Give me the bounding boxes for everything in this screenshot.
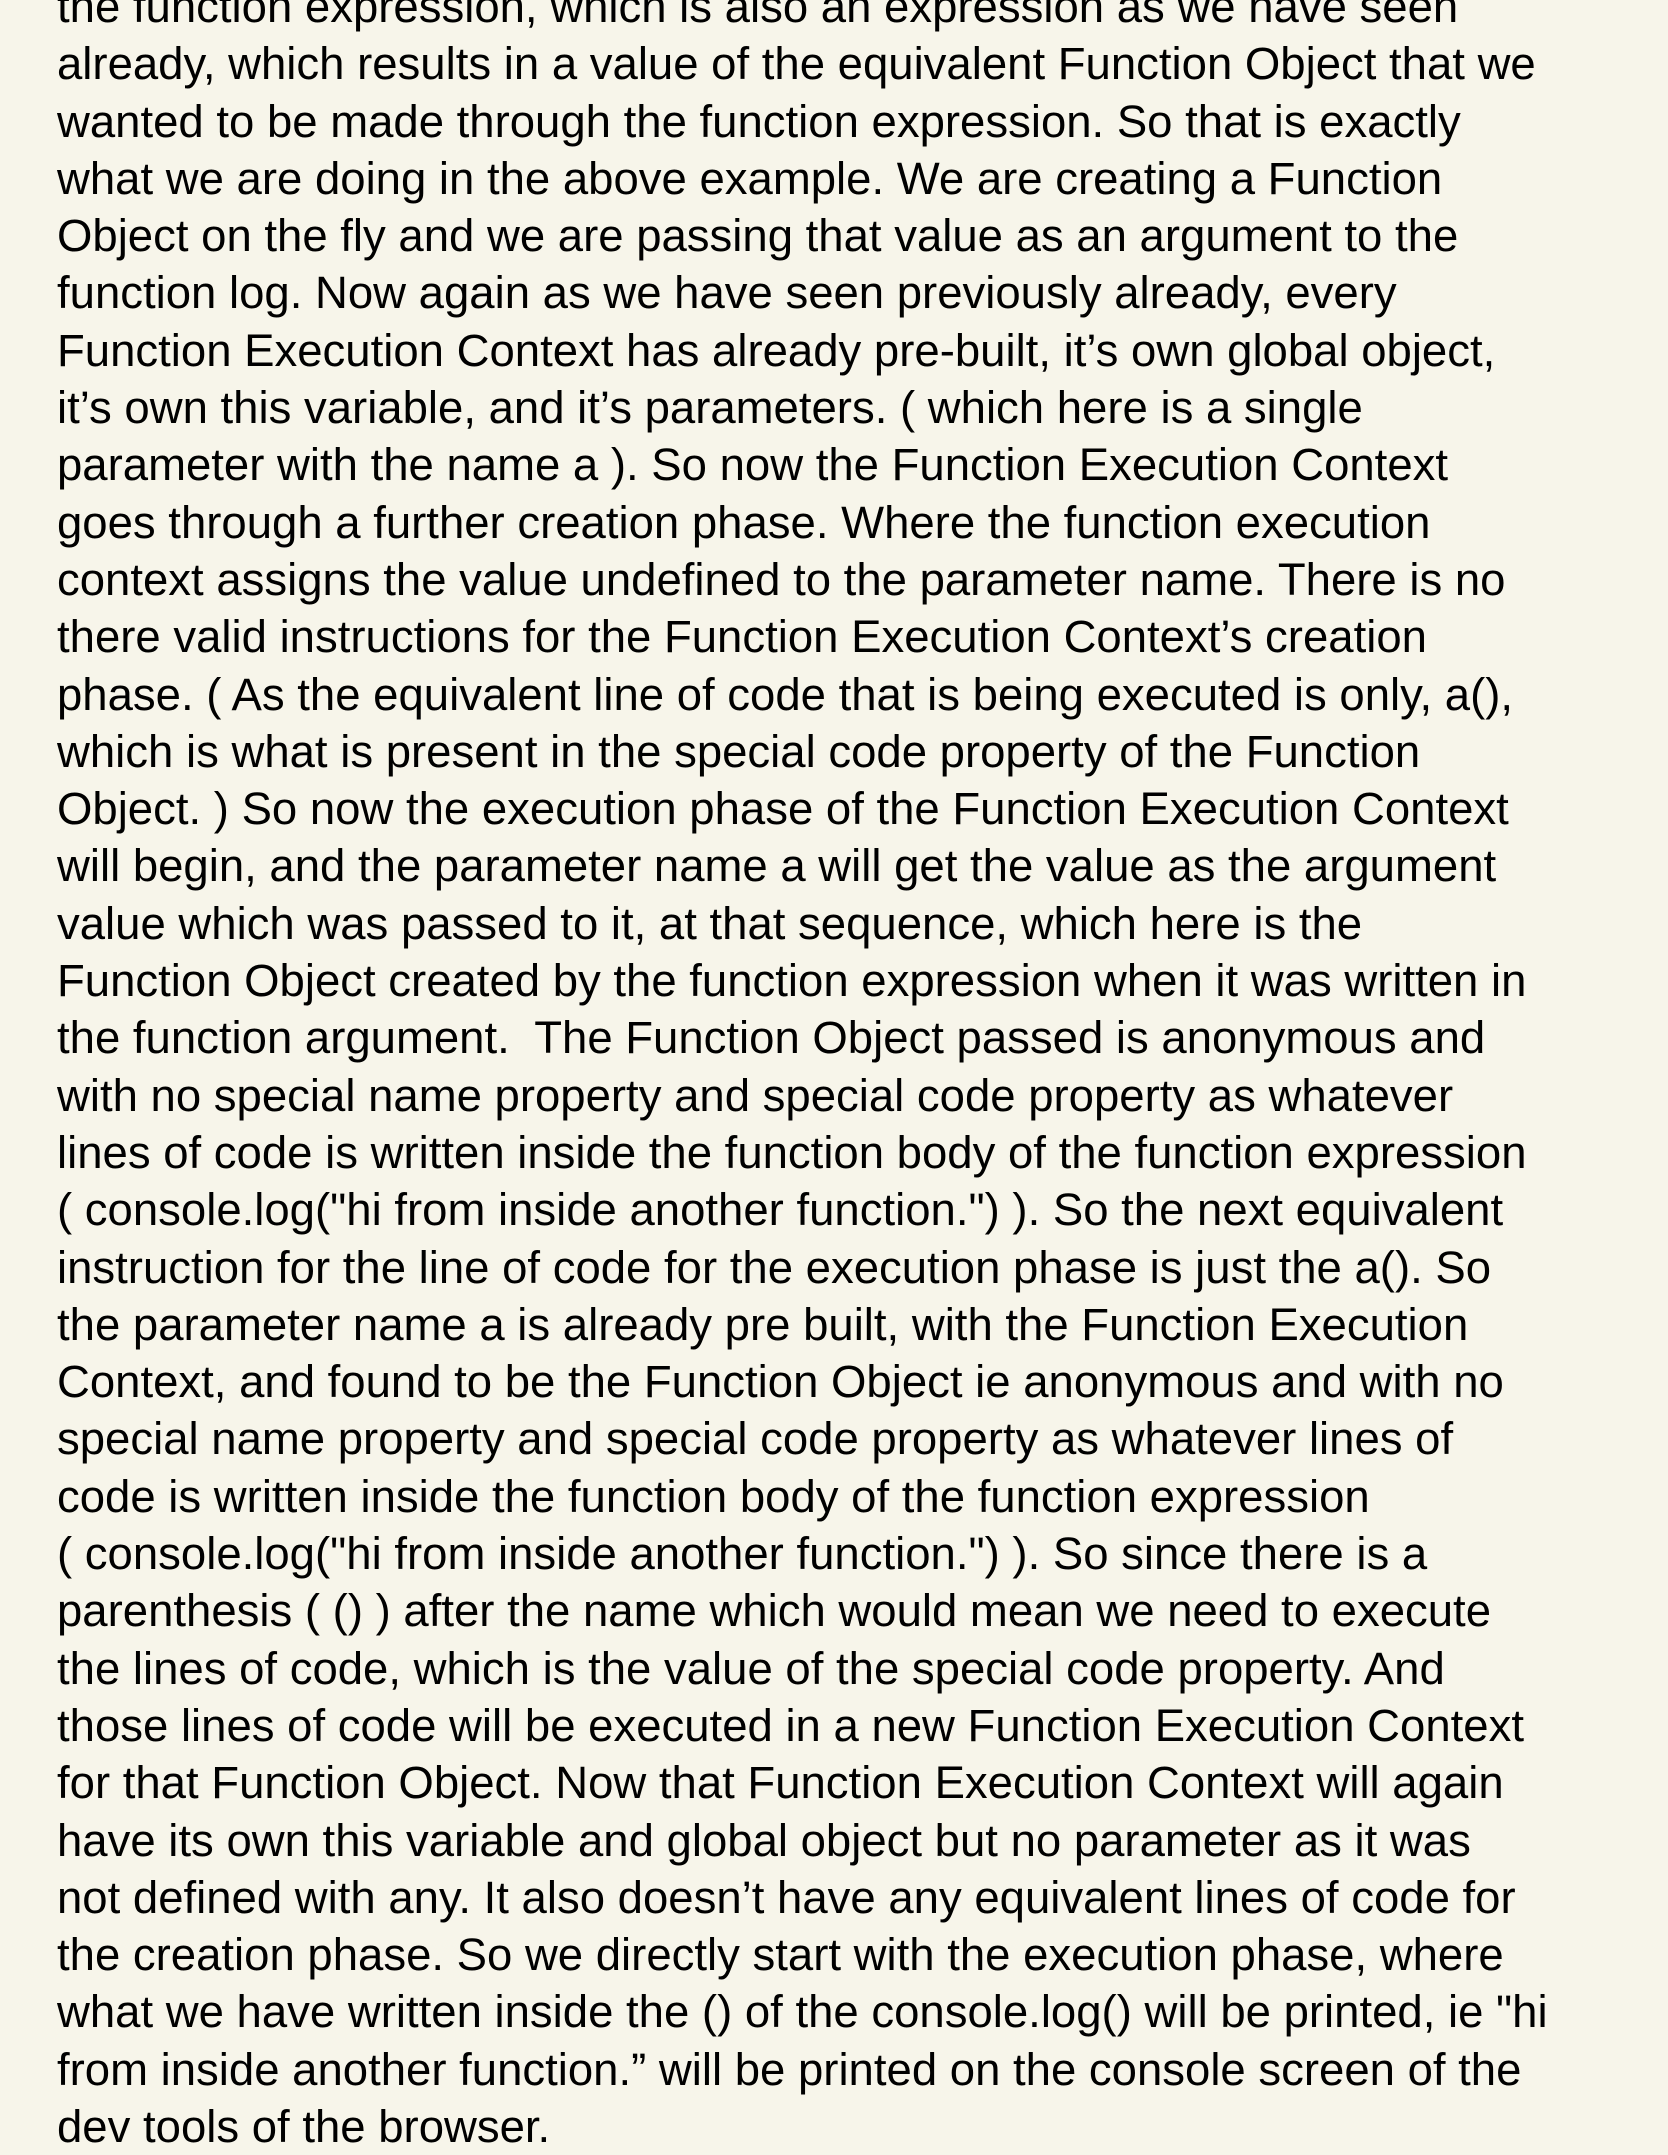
text-line: what we have written inside the () of th… [57, 1986, 1548, 2038]
text-line: parenthesis ( () ) after the name which … [57, 1585, 1492, 1637]
text-line: phase. ( As the equivalent line of code … [57, 668, 1514, 720]
document-body: the function expression, which is also a… [57, 0, 1657, 2155]
text-line: from inside another function.” will be p… [57, 2043, 1522, 2095]
text-line: value which was passed to it, at that se… [57, 897, 1363, 949]
text-line: code is written inside the function body… [57, 1470, 1370, 1522]
text-line: there valid instructions for the Functio… [57, 611, 1427, 663]
text-line: Context, and found to be the Function Ob… [57, 1356, 1504, 1408]
text-line: ( console.log("hi from inside another fu… [57, 1184, 1504, 1236]
text-line: Function Execution Context has already p… [57, 324, 1496, 376]
text-line: the function expression, which is also a… [57, 0, 1459, 32]
text-line: lines of code is written inside the func… [57, 1126, 1527, 1178]
text-line: for that Function Object. Now that Funct… [57, 1757, 1504, 1809]
text-line: goes through a further creation phase. W… [57, 496, 1431, 548]
text-line: which is what is present in the special … [57, 725, 1421, 777]
text-line: special name property and special code p… [57, 1413, 1454, 1465]
text-line: Object. ) So now the execution phase of … [57, 783, 1509, 835]
text-line: context assigns the value undefined to t… [57, 553, 1506, 605]
text-line: parameter with the name a ). So now the … [57, 439, 1449, 491]
text-line: instruction for the line of code for the… [57, 1241, 1492, 1293]
text-line: function log. Now again as we have seen … [57, 267, 1397, 319]
text-line: Function Object created by the function … [57, 955, 1527, 1007]
text-line: it’s own this variable, and it’s paramet… [57, 382, 1363, 434]
text-line: will begin, and the parameter name a wil… [57, 840, 1497, 892]
text-line: not defined with any. It also doesn’t ha… [57, 1871, 1516, 1923]
text-line: Object on the fly and we are passing tha… [57, 210, 1459, 262]
text-line: ( console.log("hi from inside another fu… [57, 1528, 1428, 1580]
text-line: the function argument. The Function Obje… [57, 1012, 1486, 1064]
text-line: wanted to be made through the function e… [57, 95, 1461, 147]
text-line: already, which results in a value of the… [57, 38, 1536, 90]
text-line: the creation phase. So we directly start… [57, 1929, 1504, 1981]
text-line: dev tools of the browser. [57, 2100, 551, 2152]
text-line: those lines of code will be executed in … [57, 1699, 1524, 1751]
text-line: the parameter name a is already pre buil… [57, 1298, 1469, 1350]
text-line: the lines of code, which is the value of… [57, 1642, 1445, 1694]
text-line: with no special name property and specia… [57, 1069, 1454, 1121]
text-line: have its own this variable and global ob… [57, 1814, 1471, 1866]
text-line: what we are doing in the above example. … [57, 152, 1443, 204]
